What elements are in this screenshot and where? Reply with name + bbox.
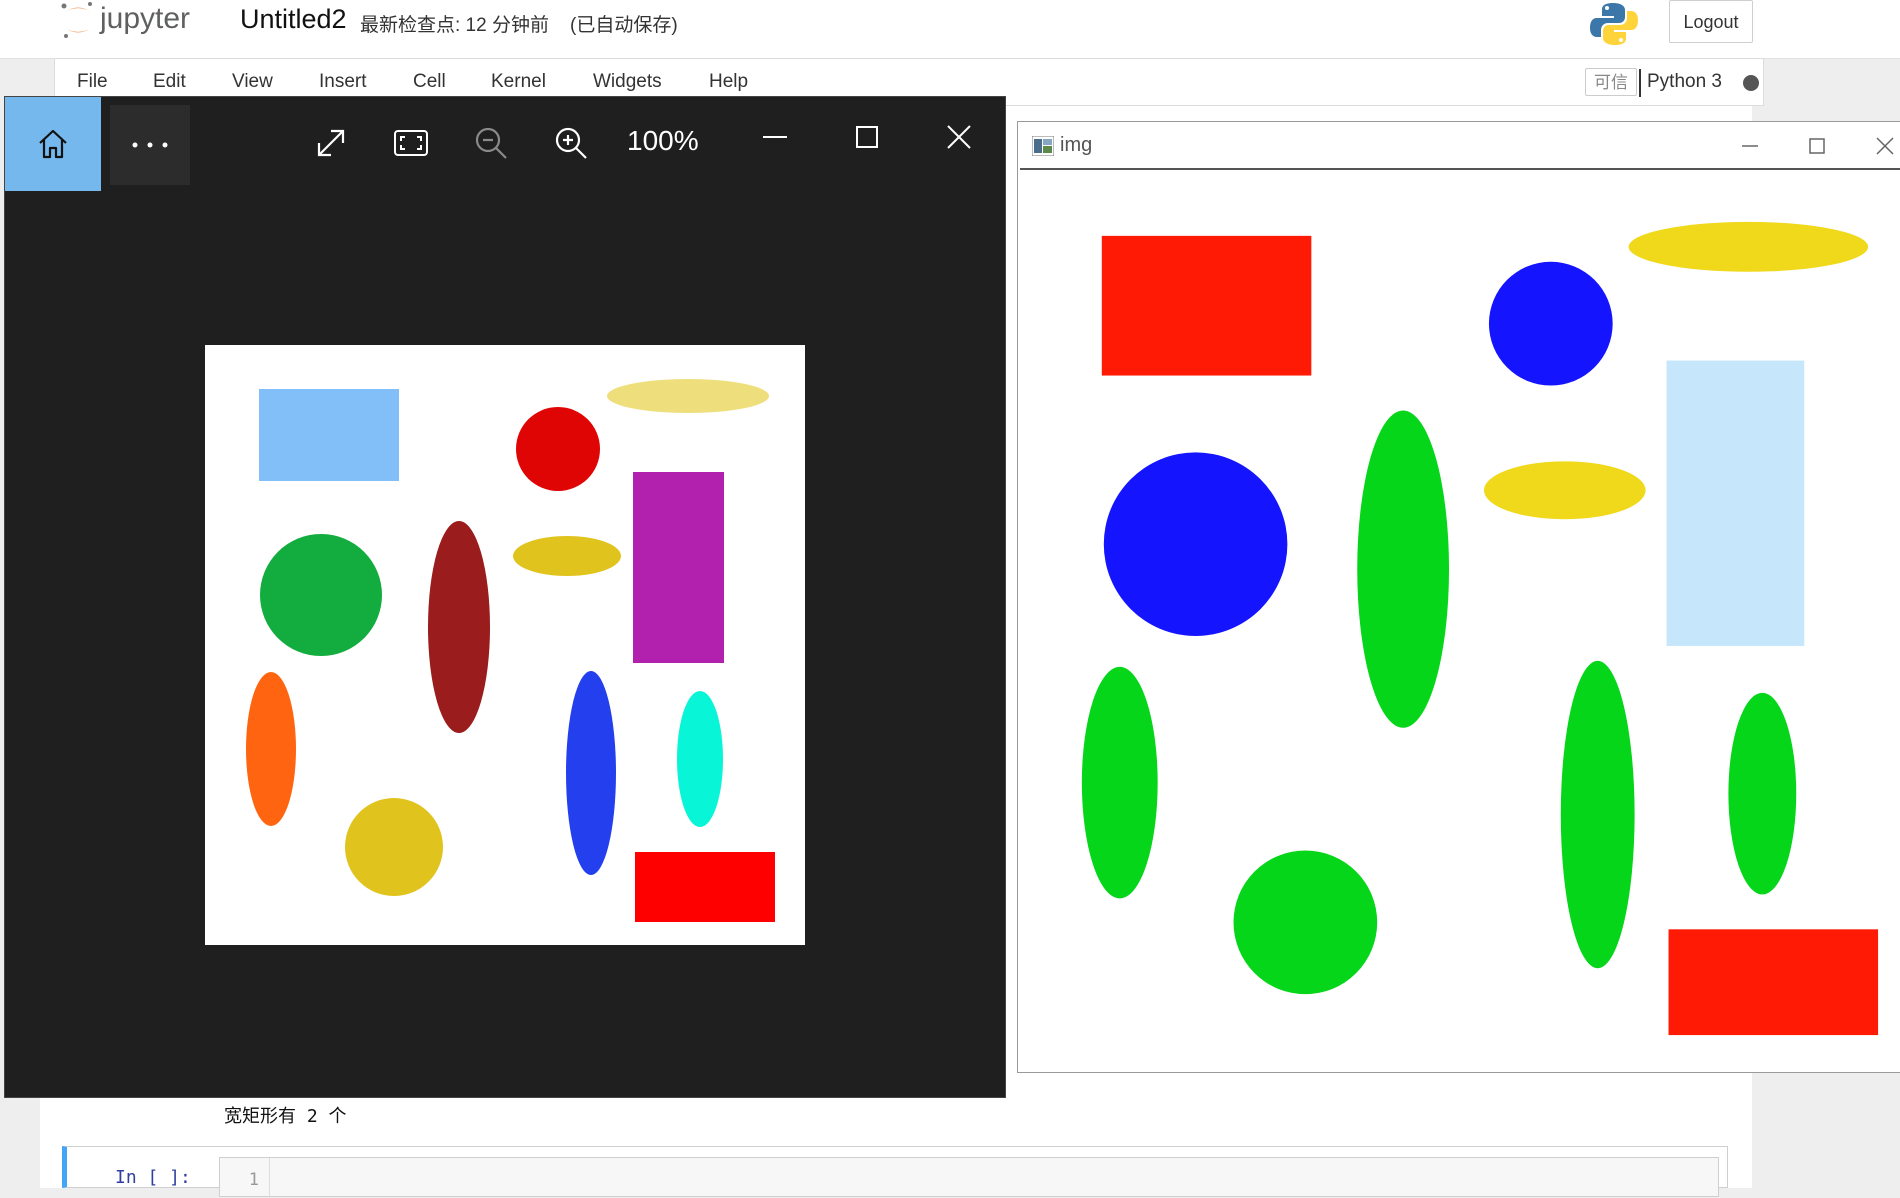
- menu-kernel[interactable]: Kernel: [491, 71, 546, 93]
- green-ellipse-right: [1560, 660, 1635, 969]
- yellow-circle: [345, 798, 443, 896]
- jupyter-logo[interactable]: jupyter: [58, 0, 220, 44]
- blue-circle-large: [1103, 452, 1288, 636]
- red-rectangle: [635, 852, 775, 922]
- logout-button[interactable]: Logout: [1669, 0, 1753, 43]
- jupyter-logo-text: jupyter: [99, 2, 190, 35]
- menu-help[interactable]: Help: [709, 71, 748, 93]
- code-cell[interactable]: In [ ]: 1: [62, 1146, 1728, 1198]
- cell-output-text: 宽矩形有 2 个: [224, 1106, 347, 1127]
- kernel-status-icon: [1743, 75, 1759, 91]
- blue-circle-small: [1488, 261, 1613, 386]
- zoom-level: 100%: [627, 125, 699, 156]
- line-number: 1: [220, 1158, 270, 1198]
- checkpoint-status: 最新检查点: 12 分钟前: [360, 15, 549, 36]
- python-logo-icon: [1590, 3, 1638, 45]
- menu-view[interactable]: View: [232, 71, 273, 93]
- green-circle: [1233, 850, 1378, 995]
- pale-yellow-ellipse: [607, 379, 769, 413]
- red-rectangle-bottom: [1668, 929, 1879, 1036]
- home-icon: [39, 129, 67, 159]
- green-circle: [260, 534, 382, 656]
- img-canvas: [1020, 168, 1900, 1072]
- trusted-indicator[interactable]: 可信: [1585, 68, 1637, 96]
- input-prompt: In [ ]:: [115, 1167, 191, 1188]
- dark-red-ellipse: [428, 521, 490, 733]
- kernel-name[interactable]: Python 3: [1647, 71, 1722, 93]
- yellow-ellipse-top: [1628, 221, 1869, 272]
- green-ellipse-tall: [1357, 410, 1450, 728]
- red-rectangle-top: [1101, 235, 1312, 376]
- more-button[interactable]: [110, 105, 190, 185]
- minimize-icon[interactable]: [1738, 134, 1762, 158]
- photo-viewer-window: 100%: [4, 96, 1006, 1098]
- menu-file[interactable]: File: [77, 71, 108, 93]
- autosave-status: (已自动保存): [570, 15, 678, 36]
- app-icon: [1032, 136, 1054, 156]
- fit-screen-icon[interactable]: [391, 123, 431, 163]
- maximize-icon[interactable]: [847, 117, 887, 157]
- zoom-out-icon[interactable]: [471, 123, 511, 163]
- viewer-shapes-image: [205, 345, 805, 945]
- orange-ellipse: [246, 672, 296, 826]
- close-icon[interactable]: [939, 117, 979, 157]
- zoom-in-icon[interactable]: [551, 123, 591, 163]
- img-window: img: [1017, 121, 1900, 1073]
- green-ellipse-small: [1728, 692, 1797, 895]
- menu-insert[interactable]: Insert: [319, 71, 367, 93]
- purple-rectangle: [633, 472, 724, 663]
- img-titlebar[interactable]: img: [1018, 122, 1900, 168]
- light-blue-rectangle: [1666, 360, 1805, 646]
- more-icon: [132, 142, 168, 148]
- cyan-ellipse: [677, 691, 723, 827]
- notebook-title[interactable]: Untitled2: [240, 4, 347, 35]
- window-title: img: [1060, 134, 1093, 156]
- menu-widgets[interactable]: Widgets: [593, 71, 662, 93]
- red-circle: [516, 407, 600, 491]
- close-icon[interactable]: [1873, 134, 1897, 158]
- light-blue-rectangle: [259, 389, 399, 481]
- minimize-icon[interactable]: [755, 117, 795, 157]
- jupyter-header: jupyter Untitled2 最新检查点: 12 分钟前 (已自动保存) …: [0, 0, 1900, 59]
- maximize-icon[interactable]: [1805, 134, 1829, 158]
- expand-icon[interactable]: [311, 123, 351, 163]
- blue-ellipse: [566, 671, 616, 875]
- kernel-divider: [1639, 69, 1641, 97]
- menu-edit[interactable]: Edit: [153, 71, 186, 93]
- yellow-ellipse-mid: [1483, 461, 1646, 520]
- home-button[interactable]: [5, 97, 101, 191]
- green-ellipse-left: [1081, 666, 1158, 899]
- code-editor[interactable]: 1: [219, 1157, 1719, 1198]
- yellow-ellipse: [513, 536, 621, 576]
- menu-cell[interactable]: Cell: [413, 71, 446, 93]
